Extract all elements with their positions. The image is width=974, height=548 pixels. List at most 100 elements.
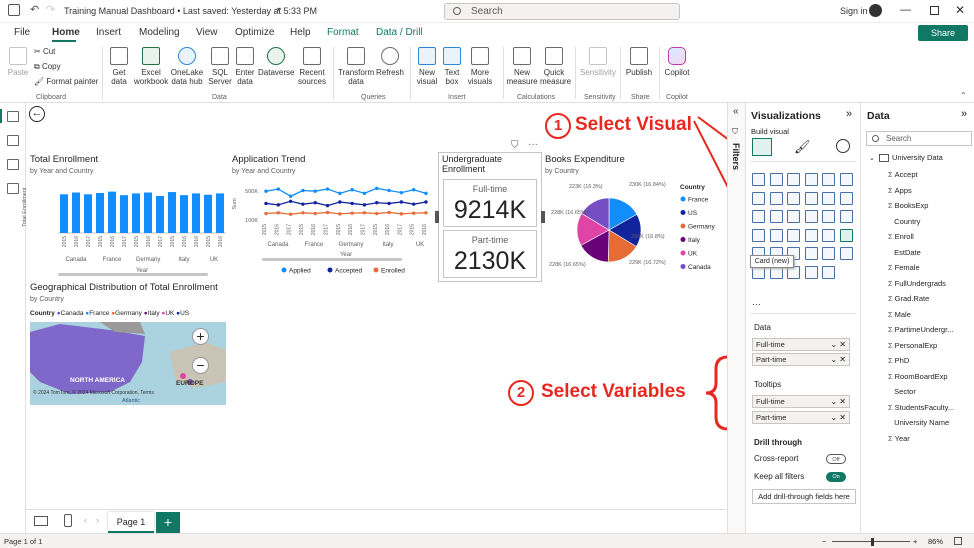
total-enrollment-chart[interactable]: 2015 2016 2017 2015 2016 2017 2015 2016 2017 2015… (40, 178, 226, 276)
text-box-button[interactable]: Text box (441, 47, 463, 86)
data-field-item[interactable]: University Name (888, 417, 974, 429)
cut-button[interactable]: ✂ Cut (34, 47, 55, 56)
more-options-icon[interactable]: ··· (528, 139, 538, 150)
zoom-slider-thumb[interactable] (871, 538, 874, 546)
data-field-item[interactable]: Σ Year (888, 433, 974, 445)
tab-insert[interactable]: Insert (96, 27, 121, 38)
visual-type-icon[interactable] (804, 191, 818, 205)
enter-data-button[interactable]: Enter data (233, 47, 257, 86)
dax-query-view-icon[interactable] (7, 183, 19, 194)
visual-type-icon[interactable] (769, 173, 783, 186)
legend-item[interactable]: ●Italy (144, 310, 162, 317)
format-visual-tab[interactable]: 🖌 (794, 139, 811, 155)
onelake-button[interactable]: OneLake data hub (169, 47, 205, 86)
desktop-layout-icon[interactable] (34, 516, 48, 526)
visual-type-icon[interactable] (839, 191, 853, 205)
data-field-item[interactable]: Σ Enroll (888, 231, 974, 243)
add-page-button[interactable]: + (156, 512, 180, 533)
filters-pane-collapsed[interactable]: « ⛉ Filters (727, 103, 745, 533)
data-field-item[interactable]: EstDate (888, 247, 974, 259)
data-field-item[interactable]: Σ PersonalExp (888, 340, 974, 352)
visual-type-icon[interactable] (804, 173, 818, 186)
mobile-layout-icon[interactable] (64, 514, 72, 527)
keep-filters-toggle[interactable]: On (826, 472, 846, 482)
scroll-left-icon[interactable]: ‹ (84, 515, 87, 525)
visual-type-icon[interactable] (787, 191, 800, 205)
sql-server-button[interactable]: SQL Server (207, 47, 233, 86)
zoom-in-button[interactable]: + (192, 328, 209, 345)
data-field-item[interactable]: Σ Female (888, 262, 974, 274)
data-field-item[interactable]: Σ StudentsFaculty... (888, 402, 974, 414)
paste-button[interactable]: Paste (6, 47, 30, 77)
copy-button[interactable]: ⧉ Copy (34, 62, 61, 72)
new-measure-button[interactable]: New measure (506, 47, 538, 86)
tooltips-well-fulltime[interactable]: Full-time ⌄ ✕ (752, 395, 850, 408)
visual-type-icon[interactable] (787, 210, 800, 223)
zoom-out-button[interactable]: − (192, 357, 209, 374)
new-visual-button[interactable]: New visual (414, 47, 440, 86)
model-view-icon[interactable] (7, 159, 19, 170)
remove-field-icon[interactable]: ⌄ ✕ (830, 396, 846, 408)
zoom-out-icon[interactable]: − (822, 537, 826, 546)
zoom-level[interactable]: 86% (928, 537, 943, 546)
tab-format[interactable]: Format (327, 27, 359, 38)
remove-field-icon[interactable]: ⌄ ✕ (830, 339, 846, 351)
get-data-button[interactable]: Get data (104, 47, 134, 86)
visual-type-icon[interactable] (839, 173, 853, 186)
table-view-icon[interactable] (7, 135, 19, 146)
visual-type-icon[interactable] (822, 191, 835, 205)
collapse-data-icon[interactable]: » (961, 108, 967, 120)
visual-type-icon[interactable] (822, 228, 835, 242)
analytics-tab[interactable] (836, 139, 850, 153)
visual-type-icon[interactable] (752, 210, 765, 223)
visual-type-icon[interactable] (769, 210, 783, 223)
table-name[interactable]: University Data (892, 153, 943, 162)
tab-view[interactable]: View (196, 27, 218, 38)
visual-type-icon[interactable] (769, 191, 783, 205)
data-field-item[interactable]: Country (888, 216, 974, 228)
visual-type-icon[interactable] (822, 173, 835, 186)
geo-map[interactable]: NORTH AMERICA EUROPE Atlantic + − © 2024… (30, 322, 226, 405)
visual-type-icon[interactable] (804, 265, 818, 279)
recent-sources-button[interactable]: Recent sources (296, 47, 328, 86)
card-new-icon[interactable] (839, 228, 853, 242)
fit-to-page-icon[interactable] (954, 537, 962, 545)
publish-button[interactable]: Publish (624, 47, 654, 77)
undo-icon[interactable]: ↶ (30, 3, 39, 16)
page-tab-1[interactable]: Page 1 (108, 512, 154, 533)
maximize-icon[interactable] (930, 6, 939, 15)
tab-modeling[interactable]: Modeling (139, 27, 180, 38)
more-visuals-button[interactable]: More visuals (464, 47, 496, 86)
back-arrow-icon[interactable]: ← (29, 106, 45, 122)
data-field-item[interactable]: Σ FullUndergrads (888, 278, 974, 290)
visual-type-icon[interactable] (752, 228, 765, 242)
data-field-item[interactable]: Σ PartimeUndergr... (888, 324, 974, 336)
signin-link[interactable]: Sign in (840, 6, 868, 16)
visual-type-icon[interactable] (752, 191, 765, 205)
sensitivity-button[interactable]: Sensitivity (579, 47, 617, 77)
avatar[interactable] (869, 4, 882, 17)
format-painter-button[interactable]: 🖌 Format painter (34, 77, 98, 86)
filter-icon[interactable]: ⛉ (511, 140, 519, 151)
visual-type-icon[interactable] (822, 247, 835, 260)
build-visual-tab[interactable] (752, 138, 772, 156)
refresh-button[interactable]: Refresh (375, 47, 405, 77)
copilot-button[interactable]: Copilot (662, 47, 692, 77)
report-view-icon[interactable] (7, 111, 19, 122)
share-button[interactable]: Share (918, 25, 968, 41)
minimize-icon[interactable]: — (900, 4, 911, 16)
fulltime-tile[interactable]: Full-time 9214K (443, 179, 537, 227)
tab-home[interactable]: Home (52, 27, 80, 38)
visual-type-icon[interactable] (804, 210, 818, 223)
expand-filters-icon[interactable]: « (733, 106, 739, 117)
data-field-item[interactable]: Σ Male (888, 309, 974, 321)
data-field-item[interactable]: Σ RoomBoardExp (888, 371, 974, 383)
collapse-viz-icon[interactable]: » (846, 108, 852, 120)
parttime-tile[interactable]: Part-time 2130K (443, 230, 537, 278)
tab-help[interactable]: Help (290, 27, 311, 38)
visual-type-icon[interactable] (787, 173, 800, 186)
visual-type-icon[interactable] (822, 265, 835, 279)
visual-type-icon[interactable] (787, 228, 800, 242)
collapse-ribbon-icon[interactable]: ⌃ (960, 91, 967, 100)
legend-item[interactable]: ●Canada (57, 310, 86, 317)
